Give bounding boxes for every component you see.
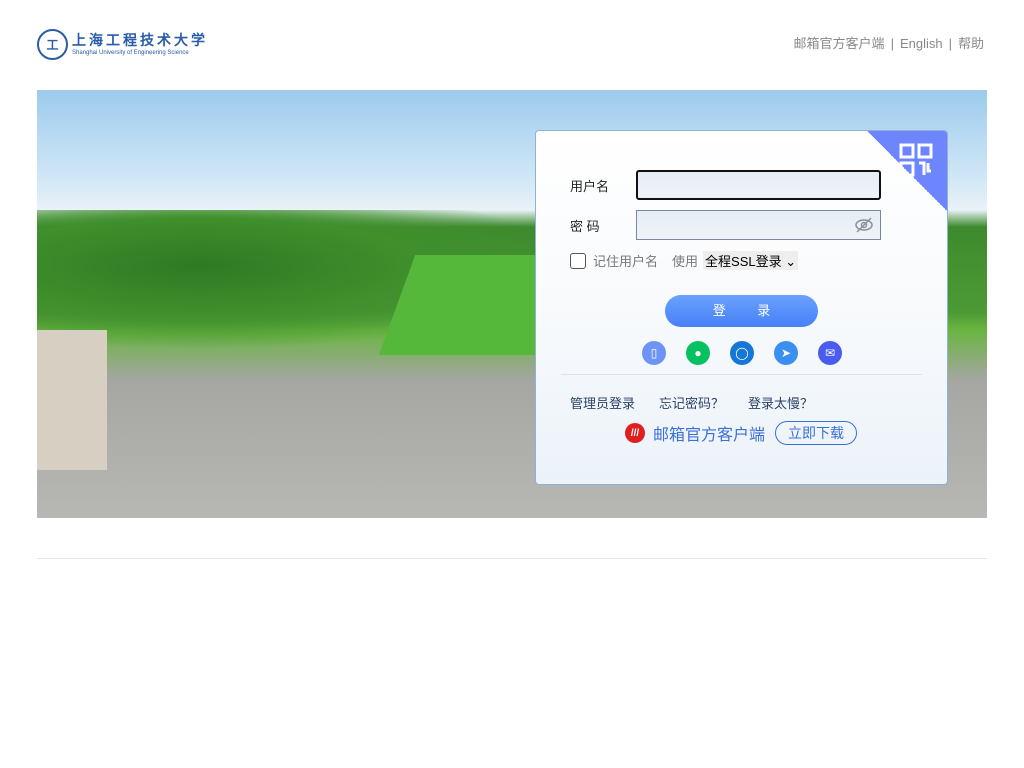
login-panel: 用户名 密 码 记住用户名 使用 全程SSL登录 ⌄ 登 录 ▯ ● ◯ ➤ ✉… (535, 130, 948, 485)
logo-chinese-name: 上海工程技术大学 (72, 32, 208, 49)
university-logo: 工 上海工程技术大学 Shanghai University of Engine… (37, 29, 208, 60)
wechat-icon[interactable]: ● (686, 341, 710, 365)
divider (561, 374, 922, 375)
remember-username-checkbox[interactable] (570, 252, 586, 269)
university-seal-icon: 工 (37, 29, 68, 60)
mail-app-icon[interactable]: ✉ (818, 341, 842, 365)
separator: | (890, 36, 894, 51)
help-link[interactable]: 帮助 (958, 36, 984, 51)
login-button[interactable]: 登 录 (665, 295, 818, 327)
separator: | (948, 36, 952, 51)
top-links: 邮箱官方客户端 | English | 帮助 (794, 33, 984, 52)
username-input[interactable] (636, 170, 881, 200)
logo-english-name: Shanghai University of Engineering Scien… (72, 49, 189, 56)
ssl-select[interactable]: 全程SSL登录 ⌄ (703, 251, 799, 270)
english-link[interactable]: English (900, 36, 943, 51)
slow-login-link[interactable]: 登录太慢？ (748, 393, 813, 412)
mobile-icon[interactable]: ▯ (642, 341, 666, 365)
hide-password-icon[interactable] (854, 217, 874, 233)
admin-login-link[interactable]: 管理员登录 (570, 393, 635, 412)
download-button[interactable]: 立即下载 (775, 421, 858, 445)
remember-username-label: 记住用户名 (593, 254, 659, 269)
footer-divider (37, 558, 987, 559)
chevron-down-icon: ⌄ (785, 254, 797, 269)
use-label: 使用 (672, 254, 699, 269)
chat-icon[interactable]: ◯ (730, 341, 754, 365)
mail-client-icon: /// (625, 423, 645, 443)
client-link[interactable]: 邮箱官方客户端 (794, 36, 885, 51)
username-label: 用户名 (570, 179, 610, 194)
client-text[interactable]: 邮箱官方客户端 (653, 421, 765, 445)
ssl-select-value: 全程SSL登录 (705, 254, 782, 269)
feishu-icon[interactable]: ➤ (774, 341, 798, 365)
password-label: 密 码 (570, 219, 600, 234)
forgot-password-link[interactable]: 忘记密码？ (659, 393, 724, 412)
password-input[interactable] (636, 210, 881, 240)
qr-code-icon (899, 143, 933, 177)
